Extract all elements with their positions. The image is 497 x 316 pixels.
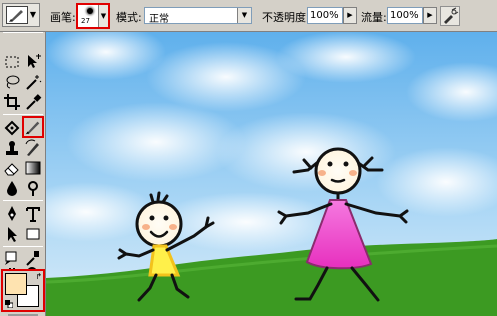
path-selection-icon[interactable] [2, 224, 22, 244]
eraser-icon[interactable] [2, 158, 22, 178]
blur-icon[interactable] [2, 178, 22, 198]
brush-size-value: 27 [81, 17, 90, 25]
brush-icon[interactable] [22, 116, 44, 138]
mode-label: 模式: [116, 11, 142, 24]
tool-preset-picker[interactable]: ▼ [2, 3, 40, 27]
move-icon[interactable] [23, 52, 43, 72]
dodge-icon[interactable] [23, 178, 43, 198]
opacity-slider-button[interactable]: ▶ [343, 7, 357, 24]
hand-icon[interactable] [2, 261, 22, 269]
chevron-down-icon: ▼ [29, 10, 37, 19]
airbrush-icon [444, 7, 459, 24]
toolbox-divider [3, 32, 43, 33]
mode-select[interactable]: 正常 ▼ [144, 7, 252, 25]
toolbox-divider [3, 200, 43, 201]
toolbox-divider [3, 114, 43, 115]
color-swatches: ↱ [1, 269, 45, 312]
clone-stamp-icon[interactable] [2, 138, 22, 158]
eyedropper-icon[interactable] [23, 92, 43, 112]
opacity-value: 100% [310, 10, 339, 21]
toolbox: ↱ [0, 32, 46, 316]
flow-value: 100% [390, 10, 419, 21]
brush-tip-preview [87, 8, 93, 14]
toolbox-divider [3, 246, 43, 247]
chevron-down-icon[interactable]: ▼ [98, 5, 108, 27]
document-canvas[interactable] [46, 32, 497, 316]
default-colors-icon[interactable] [5, 298, 14, 309]
pen-icon[interactable] [2, 204, 22, 224]
flow-field[interactable]: 100% [387, 7, 423, 24]
marquee-icon[interactable] [2, 52, 22, 72]
lasso-icon[interactable] [2, 72, 22, 92]
healing-brush-icon[interactable] [2, 118, 22, 138]
swap-colors-icon[interactable]: ↱ [35, 272, 42, 281]
flow-label: 流量: [361, 11, 387, 24]
opacity-label: 不透明度: [262, 11, 310, 24]
opacity-field[interactable]: 100% [307, 7, 343, 24]
brush-tool-icon [6, 6, 28, 24]
foreground-color-swatch[interactable] [5, 273, 27, 295]
chevron-down-icon[interactable]: ▼ [237, 8, 251, 23]
brush-preset-picker[interactable]: 27 ▼ [76, 3, 110, 29]
magic-wand-icon[interactable] [23, 72, 43, 92]
brush-label: 画笔: [50, 11, 76, 24]
options-bar: ▼ 画笔: 27 ▼ 模式: 正常 ▼ 不透明度: 100% ▶ 流量: 100… [0, 0, 497, 32]
history-brush-icon[interactable] [23, 138, 43, 158]
airbrush-button[interactable] [440, 6, 460, 26]
zoom-icon[interactable] [23, 261, 43, 269]
gradient-icon[interactable] [23, 158, 43, 178]
shape-icon[interactable] [23, 224, 43, 244]
painting [46, 32, 497, 316]
mode-value: 正常 [149, 14, 169, 25]
type-icon[interactable] [23, 204, 43, 224]
flow-slider-button[interactable]: ▶ [423, 7, 437, 24]
crop-icon[interactable] [2, 92, 22, 112]
